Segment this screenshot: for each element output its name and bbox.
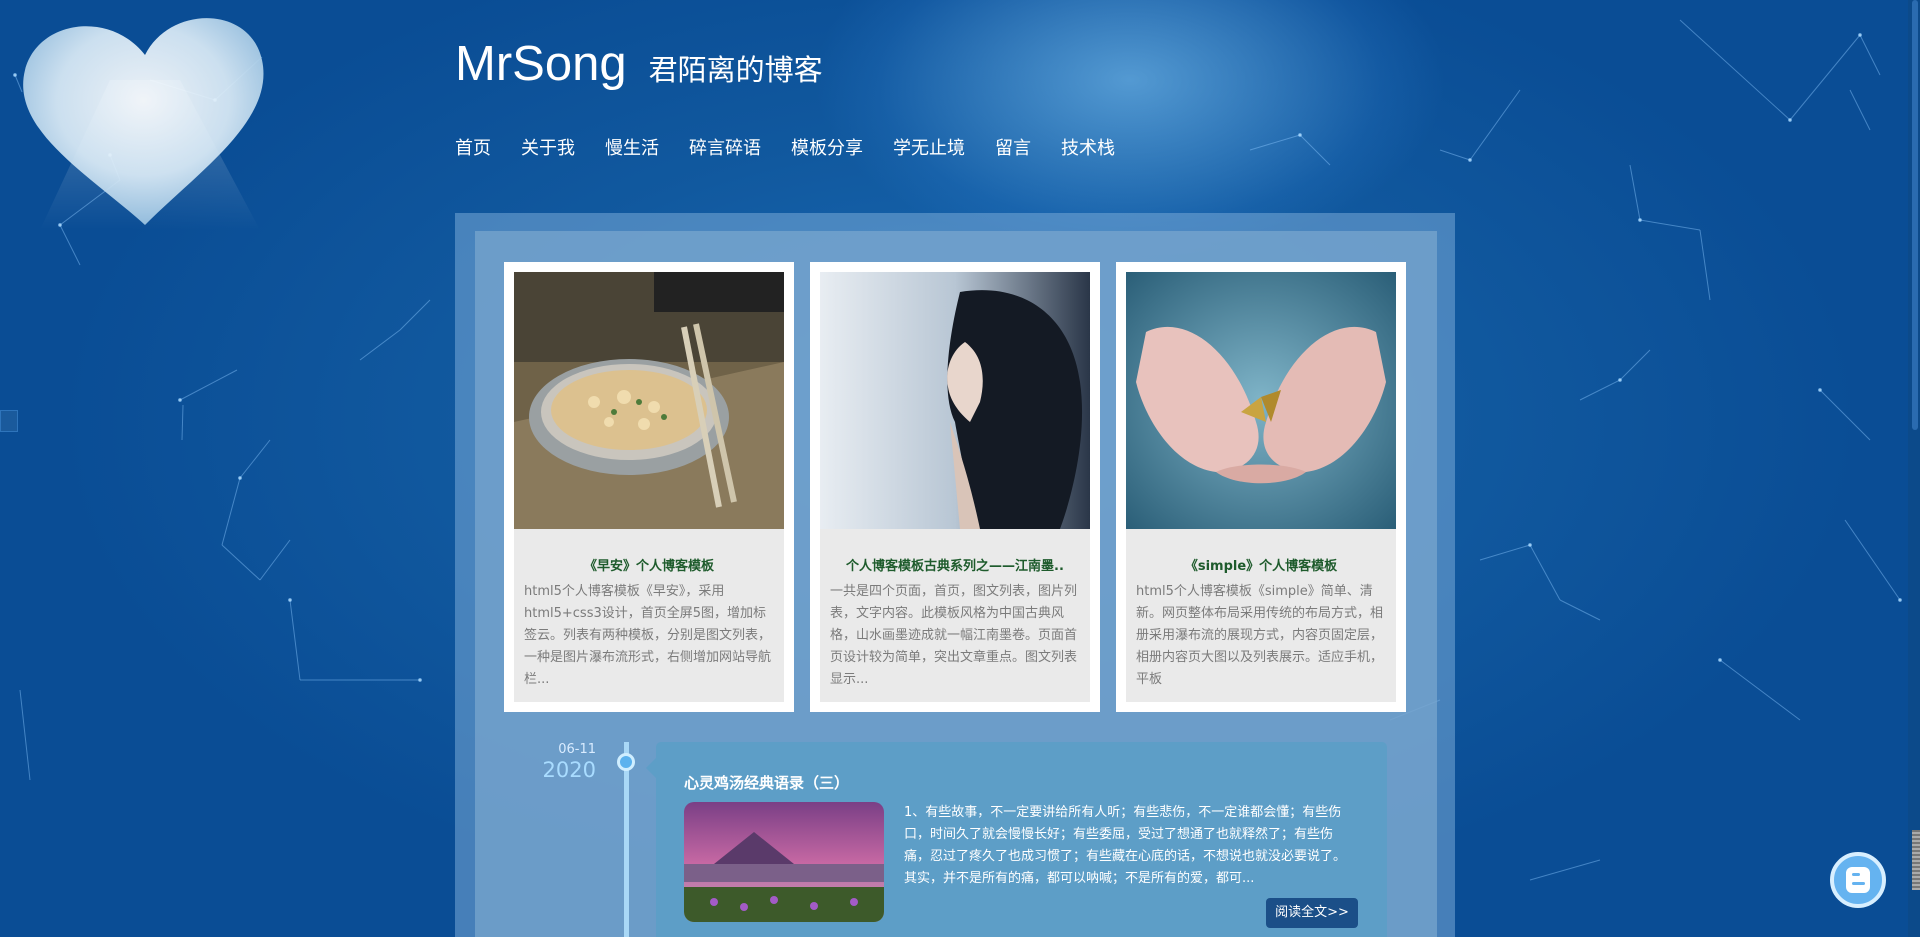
nav-item-messages[interactable]: 留言 (995, 134, 1031, 160)
site-title[interactable]: MrSong (455, 36, 627, 92)
card-title[interactable]: 《simple》个人博客模板 (1136, 529, 1386, 581)
template-card[interactable]: 个人博客模板古典系列之——江南墨.. 一共是四个页面，首页，图文列表，图片列表，… (810, 262, 1100, 712)
blogger-icon (1846, 867, 1870, 893)
timeline-month-day: 06-11 (558, 742, 596, 757)
blog-post-entry: 心灵鸡汤经典语录（三） 1、有些故事，不一定要讲给所有人听；有些悲伤，不一定谁都… (646, 742, 1387, 937)
nav-item-about[interactable]: 关于我 (521, 134, 575, 160)
card-description: html5个人博客模板《早安》，采用html5+css3设计，首页全屏5图，增加… (524, 584, 772, 687)
template-card[interactable]: 《早安》个人博客模板 html5个人博客模板《早安》，采用html5+css3设… (504, 262, 794, 712)
nav-item-templates[interactable]: 模板分享 (791, 134, 863, 160)
read-more-button[interactable]: 阅读全文>> (1266, 898, 1358, 928)
timeline-year: 2020 (542, 758, 596, 782)
card-description: 一共是四个页面，首页，图文列表，图片列表，文字内容。此模板风格为中国古典风格，山… (830, 584, 1078, 687)
nav-item-tech-stack[interactable]: 技术栈 (1061, 134, 1115, 160)
card-body: 《simple》个人博客模板 html5个人博客模板《simple》简单、清新。… (1126, 529, 1396, 702)
post-thumbnail-lake-mountain[interactable] (684, 802, 884, 922)
card-title[interactable]: 《早安》个人博客模板 (524, 529, 774, 581)
main-nav: 首页 关于我 慢生活 碎言碎语 模板分享 学无止境 留言 技术栈 (455, 134, 1145, 160)
page-scrollbar[interactable] (1908, 0, 1920, 937)
post-title[interactable]: 心灵鸡汤经典语录（三） (684, 772, 849, 793)
left-edge-tab[interactable] (0, 410, 18, 432)
card-image-rice-bowl[interactable] (514, 272, 784, 529)
card-image-girl-profile[interactable] (820, 272, 1090, 529)
heart-cloud-image (23, 18, 264, 230)
timeline-line (624, 742, 629, 937)
scrollbar-thumb[interactable] (1912, 0, 1918, 430)
timeline-dot (617, 753, 635, 771)
card-body: 《早安》个人博客模板 html5个人博客模板《早安》，采用html5+css3设… (514, 529, 784, 702)
side-resize-grip[interactable] (1912, 830, 1920, 890)
site-logo[interactable]: MrSong 君陌离的博客 (455, 36, 823, 92)
featured-templates: 《早安》个人博客模板 html5个人博客模板《早安》，采用html5+css3设… (504, 262, 1406, 712)
chat-widget-button[interactable] (1830, 852, 1886, 908)
card-description: html5个人博客模板《simple》简单、清新。网页整体布局采用传统的布局方式… (1136, 584, 1384, 687)
nav-item-home[interactable]: 首页 (455, 134, 491, 160)
site-subtitle: 君陌离的博客 (648, 53, 823, 87)
timeline-date: 06-11 2020 (543, 742, 596, 782)
template-card[interactable]: 《simple》个人博客模板 html5个人博客模板《simple》简单、清新。… (1116, 262, 1406, 712)
site-header: MrSong 君陌离的博客 (455, 36, 823, 92)
nav-item-musings[interactable]: 碎言碎语 (689, 134, 761, 160)
card-body: 个人博客模板古典系列之——江南墨.. 一共是四个页面，首页，图文列表，图片列表，… (820, 529, 1090, 702)
nav-item-learning[interactable]: 学无止境 (893, 134, 965, 160)
card-title[interactable]: 个人博客模板古典系列之——江南墨.. (830, 529, 1080, 581)
nav-item-slow-life[interactable]: 慢生活 (605, 134, 659, 160)
post-excerpt: 1、有些故事，不一定要讲给所有人听；有些悲伤，不一定谁都会懂；有些伤口，时间久了… (904, 805, 1347, 886)
card-image-butterfly-hands[interactable] (1126, 272, 1396, 529)
